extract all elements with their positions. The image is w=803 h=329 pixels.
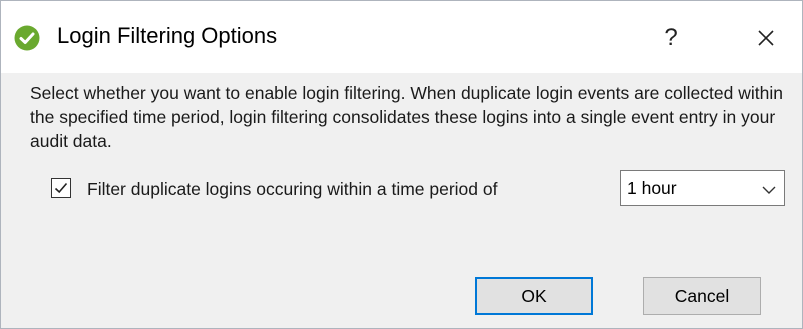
title-bar: Login Filtering Options ? bbox=[1, 1, 802, 73]
time-period-value: 1 hour bbox=[627, 178, 677, 198]
filter-duplicates-label: Filter duplicate logins occuring within … bbox=[87, 179, 498, 199]
login-filtering-dialog: Login Filtering Options ? Select whether… bbox=[0, 0, 803, 329]
checkmark-icon bbox=[54, 182, 68, 194]
ok-button[interactable]: OK bbox=[475, 277, 593, 315]
help-button[interactable]: ? bbox=[651, 21, 691, 55]
dialog-title: Login Filtering Options bbox=[57, 23, 278, 48]
chevron-down-icon bbox=[762, 182, 776, 200]
check-circle-icon bbox=[14, 25, 40, 51]
close-button[interactable] bbox=[746, 21, 786, 55]
filter-duplicates-checkbox[interactable] bbox=[51, 178, 71, 198]
time-period-select[interactable]: 1 hour bbox=[620, 170, 785, 206]
cancel-button[interactable]: Cancel bbox=[643, 277, 761, 315]
description-text: Select whether you want to enable login … bbox=[30, 83, 783, 151]
close-icon bbox=[746, 30, 786, 59]
